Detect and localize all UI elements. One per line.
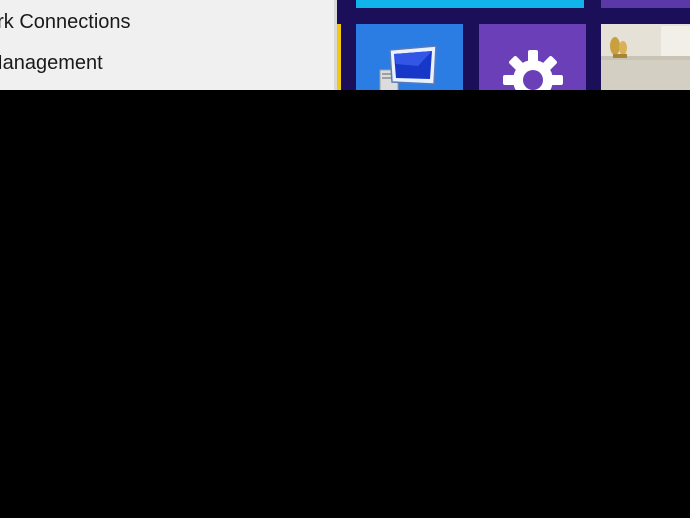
quick-access-menu: ork Connections Management <box>0 0 334 90</box>
tile-desktop[interactable] <box>356 24 463 90</box>
start-screen <box>337 0 690 90</box>
photo-thumbnail <box>601 24 690 90</box>
gear-icon <box>503 50 563 90</box>
menu-item-network-connections[interactable]: ork Connections <box>0 6 131 38</box>
tile-top-purple[interactable] <box>601 0 690 8</box>
screen: ork Connections Management <box>0 0 690 518</box>
tile-settings[interactable] <box>479 24 586 90</box>
tile-top-cyan[interactable] <box>356 0 584 8</box>
accent-strip <box>337 24 341 90</box>
tile-photos[interactable] <box>601 24 690 90</box>
menu-item-management[interactable]: Management <box>0 47 103 79</box>
desktop-computer-icon <box>378 45 438 90</box>
